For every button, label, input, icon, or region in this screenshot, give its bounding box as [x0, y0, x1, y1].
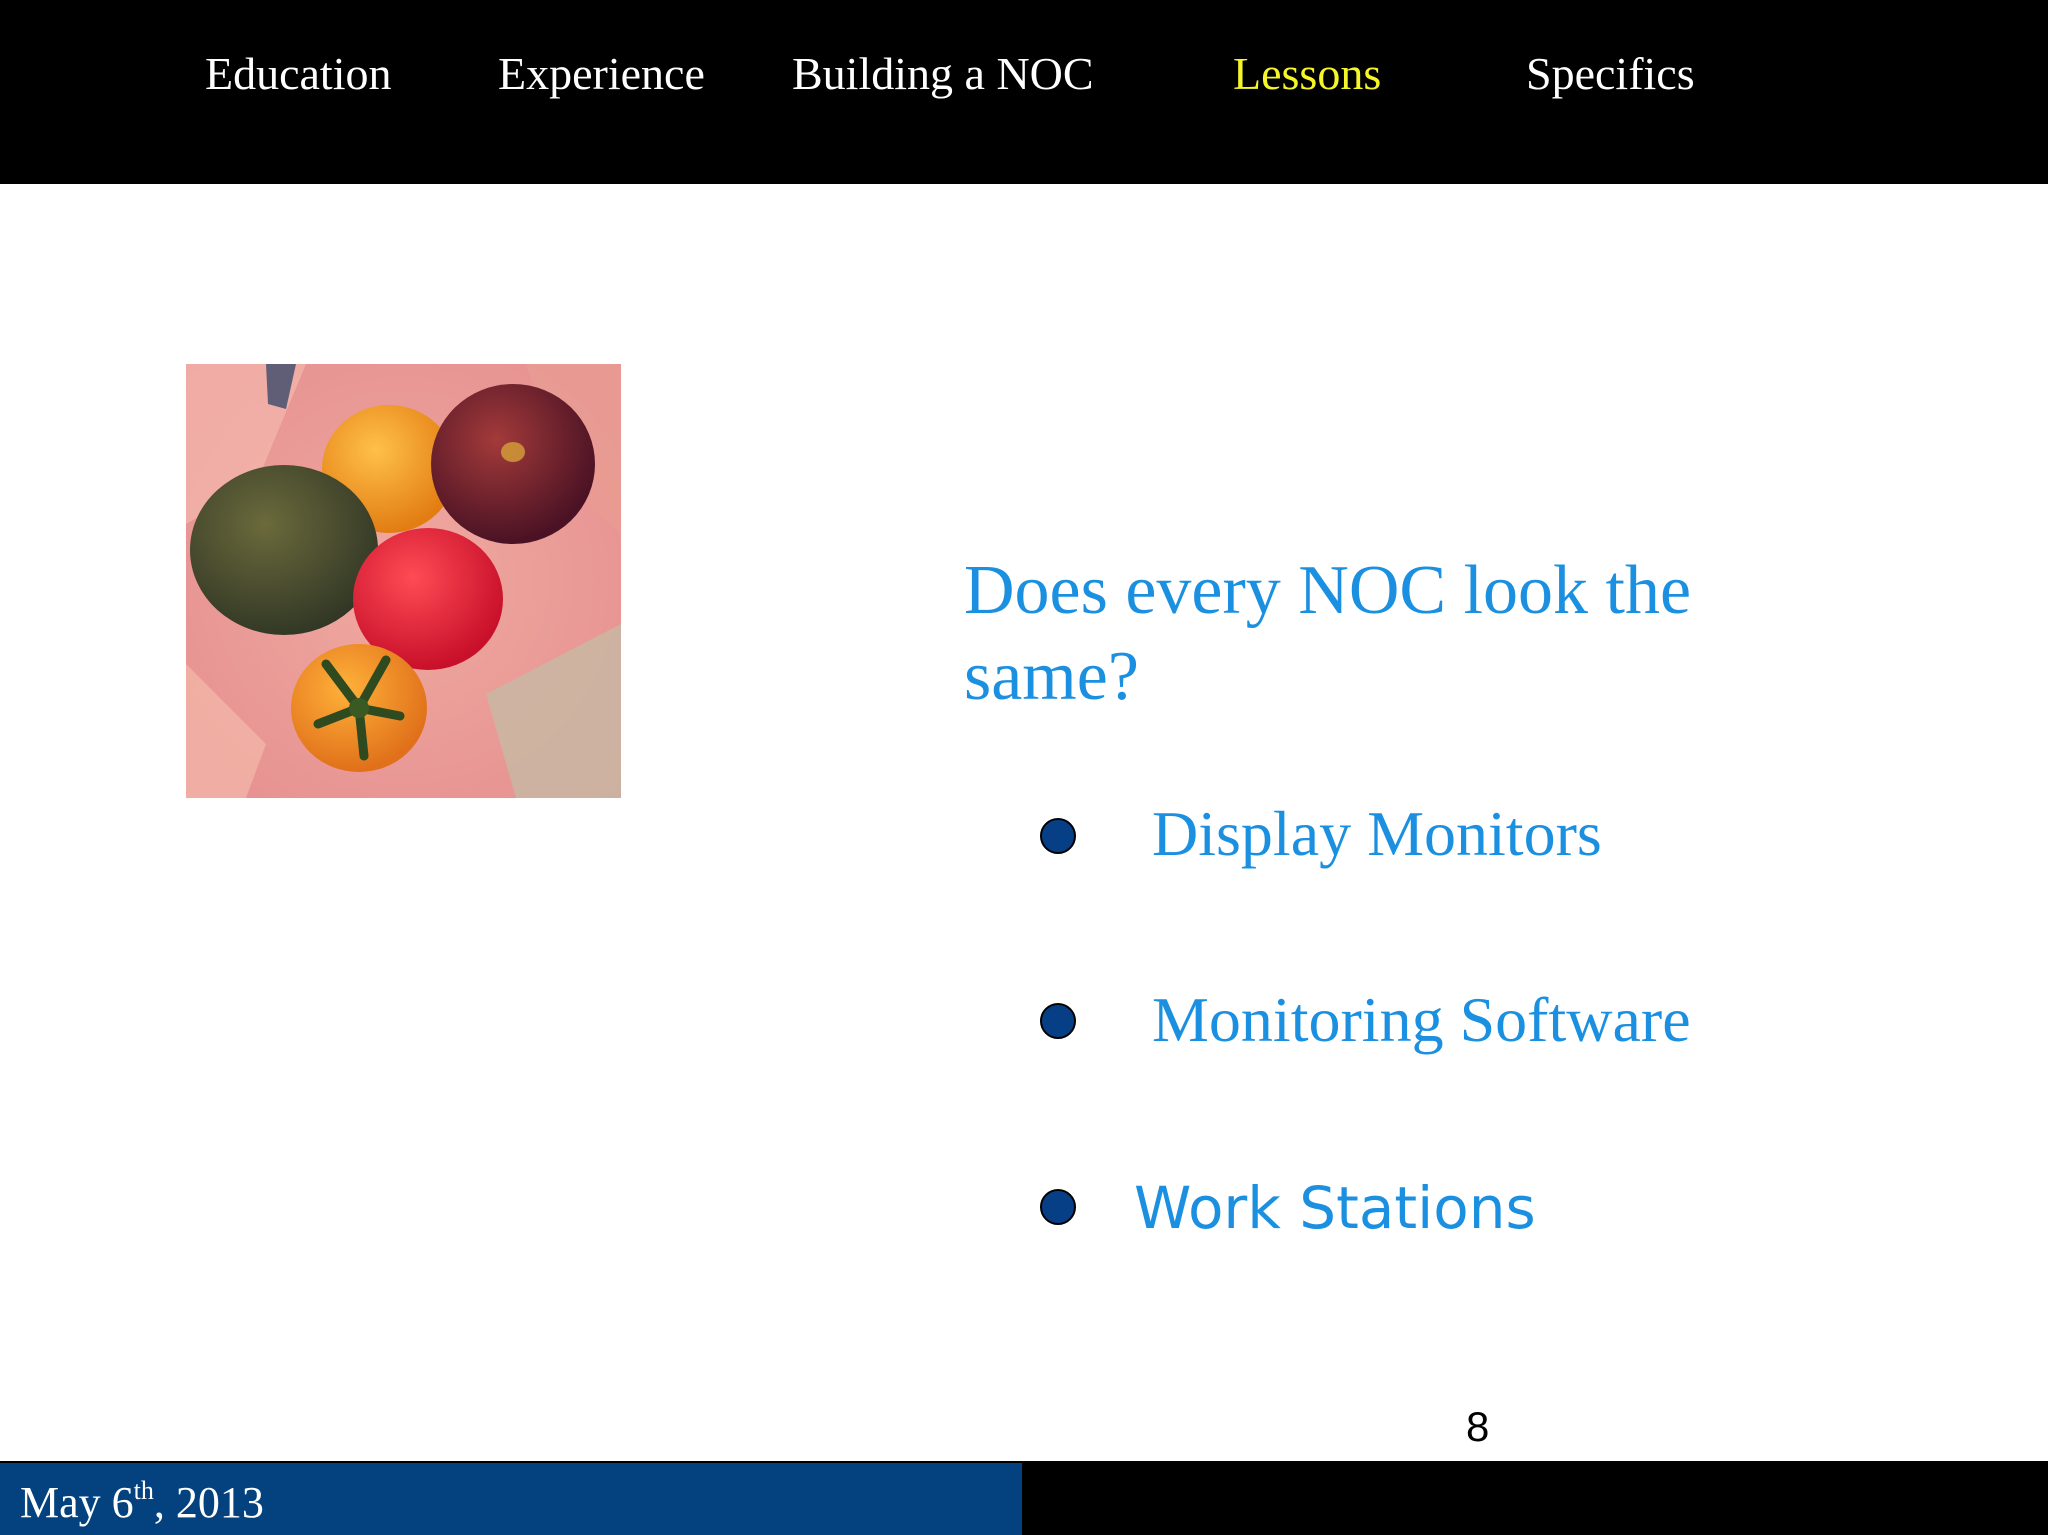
page-number: 8: [1466, 1403, 1490, 1450]
date-rest: , 2013: [153, 1478, 264, 1527]
slide-question: Does every NOC look the same?: [964, 552, 1692, 715]
date-prefix: May 6: [20, 1478, 134, 1527]
tomatoes-photo-icon: [186, 364, 621, 798]
bullet-dot: [1040, 1189, 1076, 1225]
nav-specifics[interactable]: Specifics: [1526, 44, 1695, 104]
nav-lessons[interactable]: Lessons: [1233, 44, 1381, 104]
nav-experience[interactable]: Experience: [498, 44, 705, 104]
date-suffix: th: [133, 1476, 154, 1505]
bullet-work-stations: Work Stations: [1134, 1174, 1536, 1242]
nav-education[interactable]: Education: [205, 44, 392, 104]
nav-building-a-noc[interactable]: Building a NOC: [792, 44, 1094, 104]
bullet-monitoring-software: Monitoring Software: [1152, 984, 1691, 1055]
footer-date: May 6th, 2013: [20, 1476, 264, 1530]
bullet-display-monitors: Display Monitors: [1152, 798, 1602, 869]
bullet-dot: [1040, 1003, 1076, 1039]
bullet-dot: [1040, 818, 1076, 854]
top-navigation-bar: Education Experience Building a NOC Less…: [0, 0, 2048, 184]
